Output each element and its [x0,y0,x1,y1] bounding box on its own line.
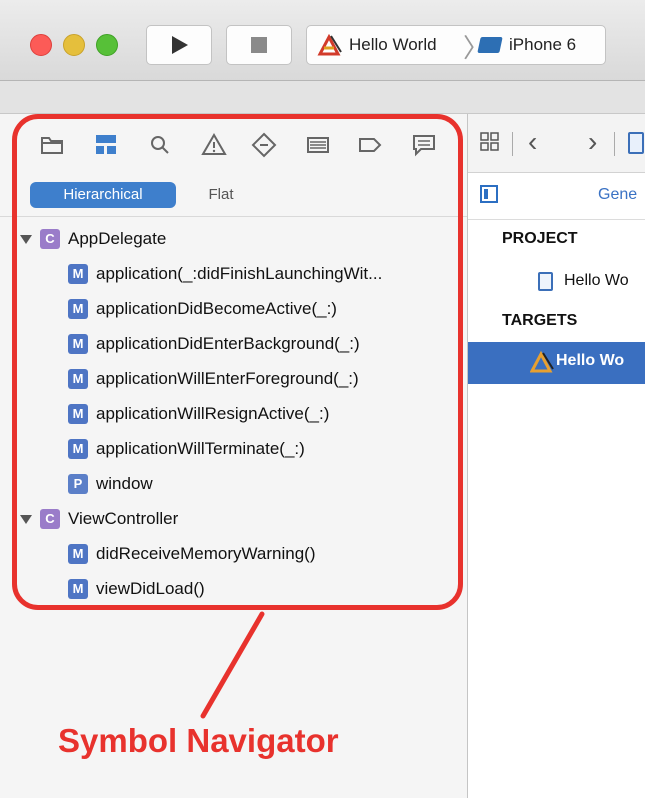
targets-section-header: TARGETS [502,312,578,329]
symbol-navigator-callout: Symbol Navigator [58,722,339,759]
project-editor: ‹ › Gene PROJECT Hello Wo TARGETS Hello … [468,114,645,798]
tab-general[interactable]: Gene [598,186,637,204]
back-arrow-icon[interactable]: ‹ [528,126,537,158]
project-item-label: Hello Wo [564,272,629,289]
app-target-icon [530,351,554,373]
related-items-grid-icon[interactable] [480,132,500,152]
target-list-item-selected[interactable]: Hello Wo [468,342,645,384]
project-section-header: PROJECT [502,230,578,247]
jump-bar: ‹ › [468,114,645,173]
project-file-icon [538,272,553,291]
forward-arrow-icon[interactable]: › [588,126,597,158]
jump-bar-divider [512,132,513,156]
show-targets-sidebar-icon[interactable] [480,185,498,203]
project-file-icon[interactable] [628,132,644,154]
editor-tab-row: Gene [468,173,645,220]
target-item-label: Hello Wo [556,352,625,369]
jump-bar-divider [614,132,615,156]
